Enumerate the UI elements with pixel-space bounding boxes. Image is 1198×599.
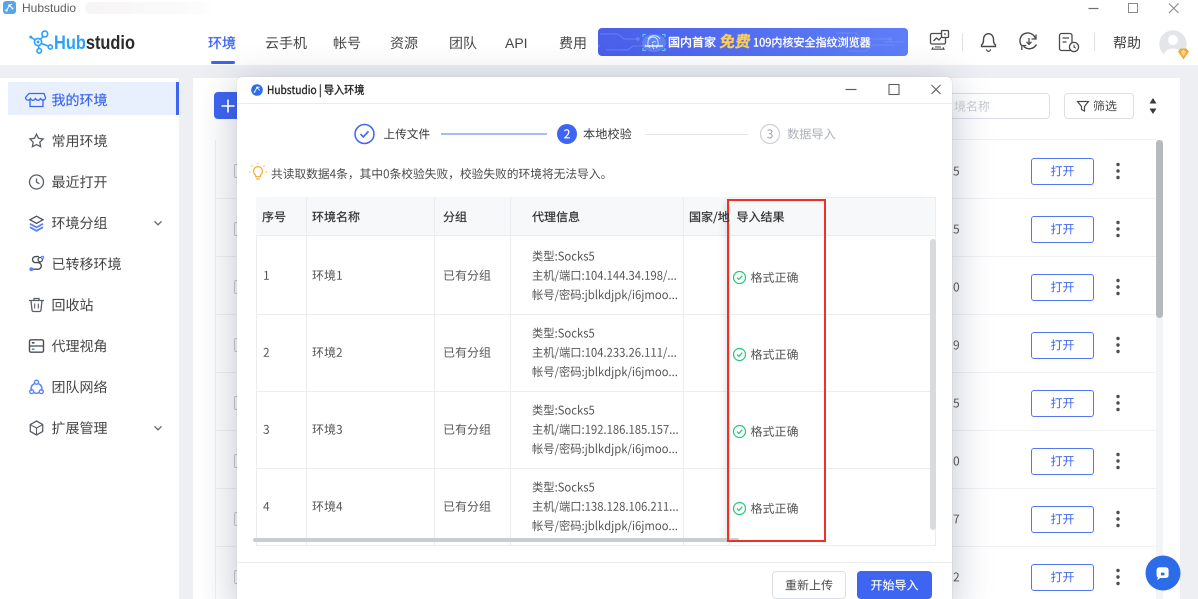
- svg-text:API: API: [505, 35, 528, 51]
- svg-text:Hubstudio: Hubstudio: [22, 1, 76, 15]
- svg-text:Hubstudio: Hubstudio: [54, 32, 135, 54]
